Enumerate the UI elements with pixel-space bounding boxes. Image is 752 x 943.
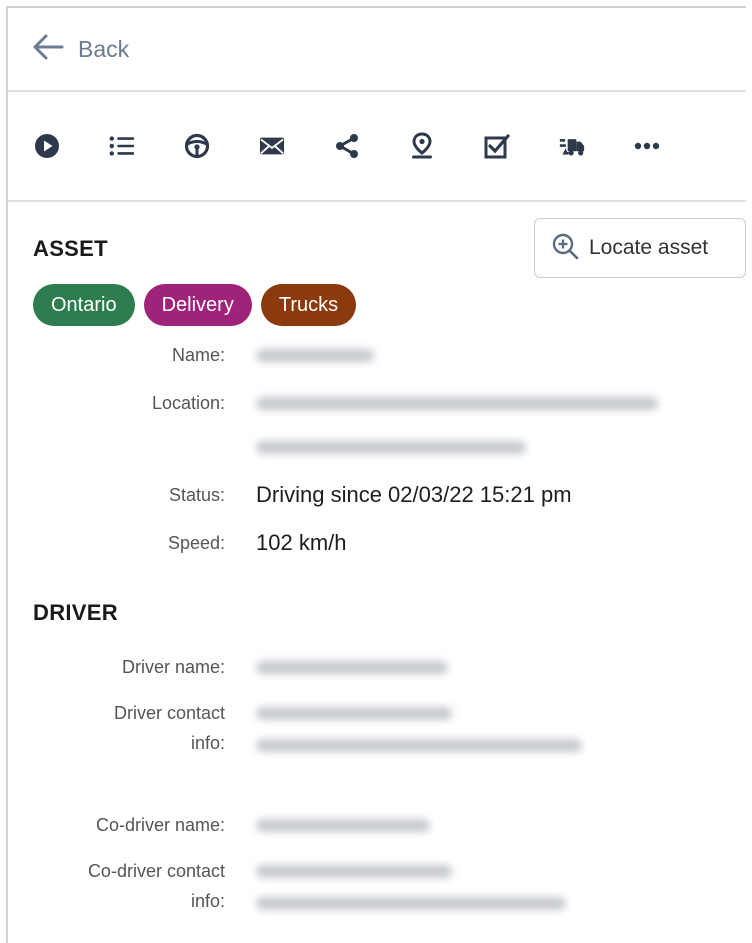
asset-location-value: [256, 388, 658, 454]
driver-name-value: [256, 652, 448, 682]
back-label: Back: [78, 35, 130, 62]
codriver-name-value: [256, 810, 430, 840]
chip-ontario[interactable]: Ontario: [33, 284, 135, 326]
driver-contact-row: Driver contact info:: [8, 698, 746, 758]
truck-icon[interactable]: [559, 133, 585, 159]
asset-location-label: Location:: [151, 393, 225, 413]
steering-wheel-icon[interactable]: [184, 133, 210, 159]
codriver-name-label: Co-driver name:: [95, 815, 225, 835]
driver-section-title: DRIVER: [33, 600, 118, 625]
driver-contact-label-line1: Driver contact: [113, 703, 225, 723]
list-icon[interactable]: [109, 133, 135, 159]
asset-name-label: Name:: [171, 345, 225, 365]
mail-icon[interactable]: [259, 133, 285, 159]
asset-section-title: ASSET: [33, 236, 108, 261]
map-pin-icon[interactable]: [409, 132, 435, 159]
group-chips: Ontario Delivery Trucks: [33, 284, 357, 326]
checklist-icon[interactable]: [484, 133, 510, 159]
asset-name-row: Name:: [8, 340, 746, 370]
more-icon[interactable]: [634, 133, 660, 159]
driver-name-row: Driver name:: [8, 652, 746, 682]
action-toolbar: [8, 92, 746, 202]
codriver-name-row: Co-driver name:: [8, 810, 746, 840]
locate-asset-button[interactable]: Locate asset: [534, 218, 746, 278]
zoom-in-icon: [551, 232, 579, 265]
codriver-contact-label-line1: Co-driver contact: [87, 861, 225, 881]
asset-section: ASSET Locate asset Ontario Delivery Truc…: [8, 202, 746, 562]
asset-location-row: Location:: [8, 388, 746, 454]
asset-speed-row: Speed: 102 km/h: [8, 528, 746, 558]
play-circle-icon[interactable]: [34, 133, 60, 159]
asset-speed-label: Speed:: [167, 533, 225, 553]
codriver-contact-label-line2: info:: [190, 891, 225, 911]
back-button[interactable]: Back: [32, 33, 129, 66]
chip-delivery[interactable]: Delivery: [143, 284, 252, 326]
asset-status-label: Status:: [168, 485, 225, 505]
chip-trucks[interactable]: Trucks: [260, 284, 357, 326]
locate-asset-label: Locate asset: [589, 236, 709, 259]
share-icon[interactable]: [334, 133, 360, 159]
driver-contact-label: Driver contact info:: [8, 698, 225, 758]
codriver-contact-label: Co-driver contact info:: [8, 856, 225, 916]
driver-contact-value: [256, 698, 582, 758]
driver-name-label: Driver name:: [121, 657, 225, 677]
codriver-contact-row: Co-driver contact info:: [8, 856, 746, 916]
asset-speed-value: 102 km/h: [256, 530, 347, 555]
asset-name-value: [256, 340, 374, 370]
back-bar: Back: [8, 8, 746, 92]
asset-details-panel: Back ASSET Locate asset Ontario Delivery…: [6, 6, 746, 943]
driver-contact-label-line2: info:: [190, 733, 225, 753]
driver-section: DRIVER Driver name: Driver contact info:…: [8, 562, 746, 922]
asset-status-row: Status: Driving since 02/03/22 15:21 pm: [8, 480, 746, 510]
arrow-left-icon: [32, 33, 64, 66]
asset-status-value: Driving since 02/03/22 15:21 pm: [256, 482, 572, 507]
codriver-contact-value: [256, 856, 566, 916]
